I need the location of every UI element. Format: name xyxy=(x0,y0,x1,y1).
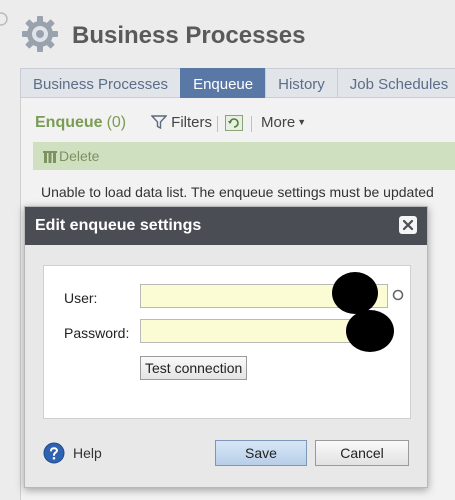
user-label: User: xyxy=(64,290,98,306)
chevron-down-icon: ▼ xyxy=(297,117,307,127)
gear-icon xyxy=(22,16,58,52)
delete-button[interactable]: Delete xyxy=(41,148,99,164)
password-label: Password: xyxy=(64,325,130,341)
list-header: Enqueue (0) xyxy=(35,114,126,132)
test-connection-button[interactable]: Test connection xyxy=(140,356,248,380)
cancel-button[interactable]: Cancel xyxy=(315,440,409,466)
dialog-title: Edit enqueue settings xyxy=(35,217,202,234)
edit-enqueue-settings-dialog: Edit enqueue settings User: Password: Te… xyxy=(24,206,428,488)
toolbar-divider xyxy=(217,116,218,132)
dialog-form: User: Password: Test connection xyxy=(43,265,411,419)
tab-business-processes[interactable]: Business Processes xyxy=(20,68,181,98)
search-icon[interactable] xyxy=(390,285,408,307)
more-menu[interactable]: More ▼ xyxy=(261,114,306,131)
tab-job-schedules[interactable]: Job Schedules xyxy=(336,68,455,98)
tab-enqueue[interactable]: Enqueue xyxy=(180,68,266,98)
filter-icon xyxy=(150,115,168,130)
delete-icon xyxy=(43,151,57,163)
redaction-mark xyxy=(346,310,394,352)
close-button[interactable] xyxy=(399,216,417,234)
refresh-icon[interactable] xyxy=(225,115,243,131)
help-link[interactable]: Help xyxy=(43,441,102,465)
filters-button[interactable]: Filters xyxy=(150,114,213,131)
action-bar: Delete xyxy=(33,142,455,170)
page-title: Business Processes xyxy=(72,22,306,49)
list-count: (0) xyxy=(106,114,127,131)
redaction-mark xyxy=(332,272,378,314)
close-icon xyxy=(402,219,414,231)
dialog-header: Edit enqueue settings xyxy=(25,207,427,245)
more-label: More xyxy=(261,114,296,131)
tab-history[interactable]: History xyxy=(265,68,337,98)
help-label: Help xyxy=(73,445,102,461)
page-header: Business Processes xyxy=(0,0,455,68)
tab-bar: Business Processes Enqueue History Job S… xyxy=(20,68,455,98)
delete-label: Delete xyxy=(59,148,100,164)
help-icon xyxy=(43,442,65,464)
error-message: Unable to load data list. The enqueue se… xyxy=(41,184,434,200)
save-button[interactable]: Save xyxy=(215,440,307,466)
toolbar-divider xyxy=(251,116,252,132)
filters-label: Filters xyxy=(171,114,213,131)
list-title: Enqueue xyxy=(35,114,103,131)
